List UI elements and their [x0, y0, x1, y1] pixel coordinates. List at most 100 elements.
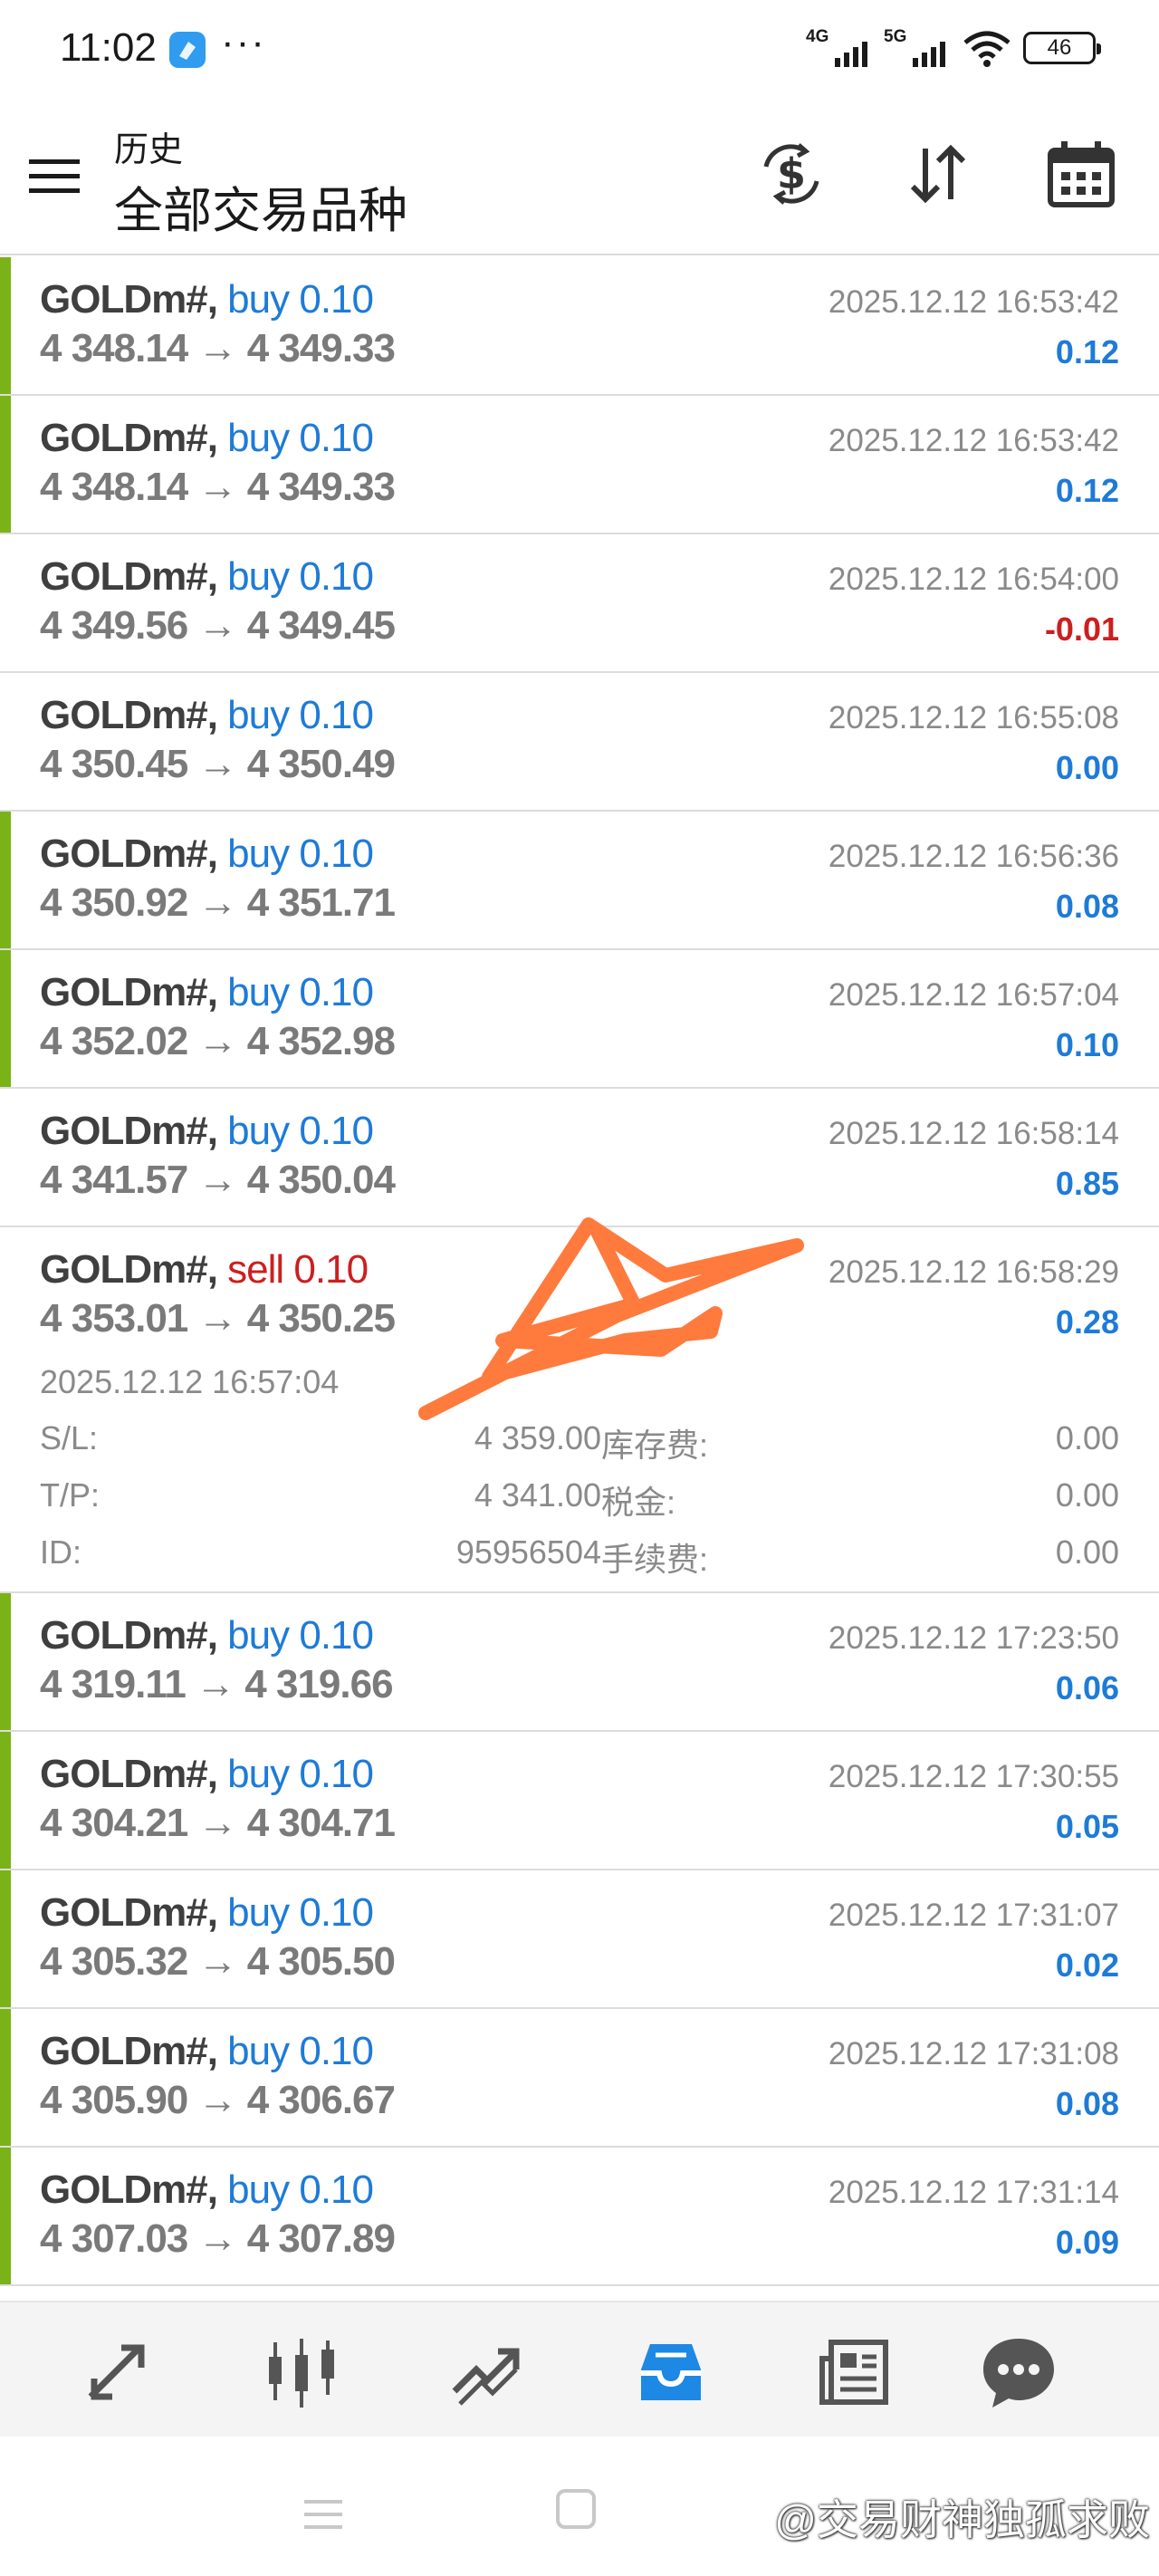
app-toolbar: 历史 全部交易品种 $	[0, 100, 1159, 255]
trade-icon	[452, 2348, 520, 2406]
recent-apps-icon[interactable]	[302, 2498, 344, 2531]
bottom-navigation	[0, 2301, 1159, 2437]
chat-icon	[983, 2339, 1054, 2408]
wifi-icon	[963, 31, 1011, 67]
trade-volume: 0.10	[299, 1752, 374, 1796]
trade-row[interactable]: GOLDm#, buy 0.10 4 348.14 → 4 349.33 202…	[0, 396, 1159, 534]
trade-symbol: GOLDm#,	[40, 1752, 218, 1796]
trade-volume: 0.10	[299, 2167, 374, 2212]
trade-row[interactable]: GOLDm#, buy 0.10 4 319.11 → 4 319.66 202…	[0, 1593, 1159, 1732]
status-bar: 11:02 ··· 4G 5G 46	[0, 0, 1159, 100]
nav-chat[interactable]	[978, 2331, 1059, 2413]
nav-trade[interactable]	[444, 2331, 525, 2413]
currency-exchange-icon: $	[763, 143, 819, 205]
trade-time: 2025.12.12 16:54:00	[828, 562, 1119, 597]
tp-value: 4 341.00	[474, 1476, 601, 1514]
battery-icon: 46	[1023, 32, 1101, 64]
trade-row[interactable]: GOLDm#, buy 0.10 4 350.92 → 4 351.71 202…	[0, 812, 1159, 950]
trade-row-expanded[interactable]: GOLDm#, sell 0.10 4 353.01 → 4 350.25 20…	[0, 1227, 1159, 1593]
trade-volume: 0.10	[299, 970, 374, 1014]
trade-prices: 4 305.90 → 4 306.67	[40, 2078, 396, 2122]
trade-row[interactable]: GOLDm#, buy 0.10 4 305.32 → 4 305.50 202…	[0, 1870, 1159, 2009]
trade-profit: 0.10	[1055, 1026, 1119, 1063]
nav-quotes[interactable]	[76, 2331, 158, 2413]
calendar-icon	[1048, 141, 1115, 207]
trade-symbol: GOLDm#,	[40, 1247, 218, 1292]
trade-side: buy	[227, 1890, 290, 1935]
trade-volume: 0.10	[293, 1247, 369, 1292]
trade-time: 2025.12.12 17:31:07	[828, 1898, 1119, 1933]
trade-symbol: GOLDm#,	[40, 277, 218, 322]
trade-profit: 0.02	[1055, 1946, 1119, 1984]
trade-profit: 0.08	[1055, 2085, 1119, 2122]
trade-profit: 0.12	[1055, 333, 1119, 370]
trade-row[interactable]: GOLDm#, buy 0.10 4 350.45 → 4 350.49 202…	[0, 673, 1159, 812]
trade-profit: 0.85	[1055, 1165, 1119, 1202]
trade-prices: 4 319.11 → 4 319.66	[40, 1662, 394, 1706]
trade-prices: 4 350.92 → 4 351.71	[40, 880, 396, 925]
trade-symbol: GOLDm#,	[40, 416, 218, 460]
trade-time: 2025.12.12 17:30:55	[828, 1759, 1119, 1794]
nav-history[interactable]	[630, 2331, 712, 2413]
system-navigation-bar: @交易财神独孤求败	[0, 2437, 1159, 2576]
swap-label: 库存费:	[601, 1427, 709, 1464]
detail-row-id: ID: 95956504 手续费: 0.00	[40, 1533, 1119, 1579]
trade-symbol: GOLDm#,	[40, 1109, 218, 1153]
trade-side: buy	[227, 1752, 290, 1796]
nav-news[interactable]	[815, 2331, 896, 2413]
trade-row[interactable]: GOLDm#, buy 0.10 4 349.56 → 4 349.45 202…	[0, 534, 1159, 673]
trade-time: 2025.12.12 16:53:42	[828, 423, 1119, 458]
currency-exchange-button[interactable]: $	[753, 136, 829, 212]
trade-row[interactable]: GOLDm#, buy 0.10 4 348.14 → 4 349.33 202…	[0, 257, 1159, 396]
trade-volume: 0.10	[299, 831, 374, 876]
home-button[interactable]	[556, 2489, 596, 2529]
trade-side: buy	[227, 2029, 290, 2073]
trade-row[interactable]: GOLDm#, buy 0.10 4 304.21 → 4 304.71 202…	[0, 1732, 1159, 1870]
trade-side: buy	[227, 277, 290, 322]
battery-level: 46	[1047, 35, 1072, 60]
trade-side: buy	[227, 831, 290, 876]
trade-volume: 0.10	[299, 1109, 374, 1153]
trade-prices: 4 304.21 → 4 304.71	[40, 1801, 396, 1845]
trade-side: buy	[227, 554, 290, 599]
nav-chart[interactable]	[261, 2331, 342, 2413]
trade-time: 2025.12.12 16:55:08	[828, 700, 1119, 735]
trade-volume: 0.10	[299, 1890, 374, 1935]
signal-4g-icon: 4G	[806, 27, 873, 69]
trade-time: 2025.12.12 17:23:50	[828, 1620, 1119, 1656]
trade-symbol: GOLDm#,	[40, 554, 218, 599]
trade-prices: 4 349.56 → 4 349.45	[40, 603, 396, 648]
trade-prices: 4 341.57 → 4 350.04	[40, 1158, 396, 1202]
quotes-icon	[88, 2344, 145, 2400]
trade-profit: -0.01	[1044, 610, 1119, 648]
trade-row[interactable]: GOLDm#, buy 0.10 4 341.57 → 4 350.04 202…	[0, 1089, 1159, 1227]
trade-profit: 0.12	[1055, 472, 1119, 509]
id-label: ID:	[40, 1533, 82, 1571]
menu-icon[interactable]	[27, 156, 81, 197]
symbol-filter-title[interactable]: 全部交易品种	[114, 170, 407, 242]
news-icon	[819, 2340, 888, 2405]
trade-side: buy	[227, 970, 290, 1014]
trade-volume: 0.10	[299, 277, 374, 322]
calendar-button[interactable]	[1043, 136, 1119, 212]
trade-volume: 0.10	[299, 1613, 374, 1658]
trade-row[interactable]: GOLDm#, buy 0.10 4 307.03 → 4 307.89 202…	[0, 2148, 1159, 2286]
trade-row[interactable]: GOLDm#, buy 0.10 4 352.02 → 4 352.98 202…	[0, 950, 1159, 1089]
trade-profit: 0.06	[1055, 1669, 1119, 1706]
tp-label: T/P:	[40, 1476, 101, 1514]
trade-symbol: GOLDm#,	[40, 1613, 218, 1658]
trade-prices: 4 348.14 → 4 349.33	[40, 326, 396, 370]
trade-row[interactable]: GOLDm#, buy 0.10 4 305.90 → 4 306.67 202…	[0, 2009, 1159, 2148]
more-notifications: ···	[221, 20, 266, 64]
trade-prices: 4 307.03 → 4 307.89	[40, 2216, 396, 2261]
trade-profit: 0.05	[1055, 1808, 1119, 1845]
fee-value: 0.00	[1055, 1533, 1119, 1571]
trade-time: 2025.12.12 16:56:36	[828, 839, 1119, 874]
sl-label: S/L:	[40, 1419, 99, 1456]
trade-prices: 4 350.45 → 4 350.49	[40, 742, 396, 786]
trade-profit: 0.28	[1055, 1303, 1119, 1341]
sort-icon	[910, 144, 966, 204]
trade-prices: 4 352.02 → 4 352.98	[40, 1019, 396, 1063]
trade-profit: 0.09	[1055, 2224, 1119, 2261]
sort-button[interactable]	[900, 136, 976, 212]
